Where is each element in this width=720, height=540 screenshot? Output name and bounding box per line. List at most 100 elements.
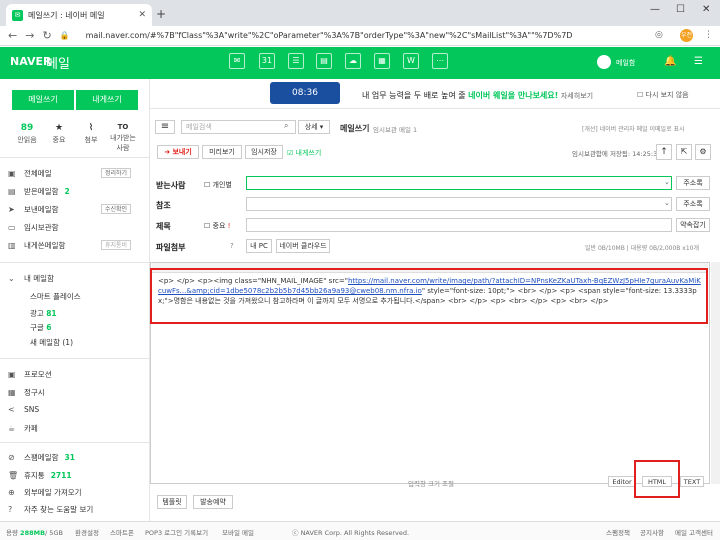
footer-mobile-link[interactable]: 모바일 메일 bbox=[222, 527, 254, 537]
attach-limit: 일반 0B/10MB | 대용량 0B/2,000B x10개 bbox=[585, 245, 699, 252]
user-avatar[interactable] bbox=[597, 55, 611, 69]
word-app-icon[interactable]: W bbox=[403, 53, 419, 69]
resize-handle[interactable]: 입력창 크기 조절 bbox=[408, 478, 454, 488]
reload-icon[interactable]: ↻ bbox=[42, 29, 51, 42]
attachment-stat[interactable]: ⌇ 첨부 bbox=[76, 123, 106, 145]
sidebar-item-external[interactable]: ⊕ 외부메일 가져오기 bbox=[8, 487, 82, 498]
important-stat[interactable]: ★ 중요 bbox=[44, 123, 74, 145]
footer-settings-link[interactable]: 환경설정 bbox=[75, 527, 99, 537]
close-tab-icon[interactable]: ✕ bbox=[138, 10, 146, 20]
footer-pop-link[interactable]: POP3 로그인 기록보기 bbox=[145, 527, 208, 537]
footer-notice-link[interactable]: 공지사항 bbox=[640, 527, 664, 537]
office-app-icon[interactable]: ▦ bbox=[374, 53, 390, 69]
my-mailbox-toggle[interactable]: ⌄ 내 메일함 bbox=[8, 273, 54, 284]
template-button[interactable]: 템플릿 bbox=[157, 495, 187, 509]
banner-hide-checkbox[interactable]: ☐ 다시 보지 않음 bbox=[637, 90, 689, 100]
cc-input[interactable] bbox=[246, 197, 672, 211]
sidebar-item-drafts[interactable]: ▭ 임시보관함 bbox=[8, 222, 59, 233]
sidebar-item-trash[interactable]: 🗑 휴지통 2711 bbox=[8, 470, 72, 481]
editor-scrollbar[interactable] bbox=[711, 262, 720, 484]
send-button[interactable]: ➜ 보내기 bbox=[157, 145, 199, 159]
close-window-icon[interactable]: ✕ bbox=[702, 4, 710, 15]
sidebar-item-inbox[interactable]: ▤ 받은메일함 2 bbox=[8, 186, 70, 197]
arrow-up-icon[interactable]: ↑ bbox=[656, 144, 672, 160]
url-field[interactable]: mail.naver.com/#%7B"fClass"%3A"write"%2C… bbox=[86, 31, 573, 40]
browser-tab[interactable]: ✉ 메일쓰기 : 네이버 메일 ✕ bbox=[6, 4, 152, 26]
sidebar-item-promo[interactable]: ▣ 프로모션 bbox=[8, 369, 52, 380]
mail-app-icon[interactable]: ✉ bbox=[229, 53, 245, 69]
sidebar-item-cafe[interactable]: ☕ 카페 bbox=[8, 423, 38, 434]
camera-icon[interactable]: ◎ bbox=[655, 30, 663, 40]
profile-avatar[interactable]: 우전 bbox=[680, 29, 693, 42]
forward-icon[interactable]: → bbox=[25, 29, 34, 42]
unread-stat[interactable]: 89 안읽음 bbox=[12, 123, 42, 145]
back-icon[interactable]: ← bbox=[8, 29, 17, 42]
editor-mode-button[interactable]: Editor bbox=[608, 476, 636, 487]
help-link[interactable]: ? 자주 찾는 도움말 보기 bbox=[8, 504, 93, 515]
cc-address-book-button[interactable]: 주소록 bbox=[676, 197, 710, 211]
footer-spam-link[interactable]: 스팸정책 bbox=[606, 527, 630, 537]
cc-chevron-down-icon[interactable]: ⌄ bbox=[664, 199, 670, 207]
sidebar-item-new[interactable]: 새 메일함 (1) bbox=[30, 337, 73, 348]
appointment-button[interactable]: 약속잡기 bbox=[676, 218, 710, 232]
tab-title: 메일쓰기 : 네이버 메일 bbox=[28, 10, 105, 20]
memo-app-icon[interactable]: ▤ bbox=[316, 53, 332, 69]
save-draft-button[interactable]: 임시저장 bbox=[245, 145, 283, 159]
schedule-send-button[interactable]: 발송예약 bbox=[193, 495, 233, 509]
attach-help-icon[interactable]: ? bbox=[230, 242, 234, 250]
calendar-app-icon[interactable]: 31 bbox=[259, 53, 275, 69]
sidebar-item-spam[interactable]: ⊘ 스팸메일함 31 bbox=[8, 452, 75, 463]
user-name[interactable]: 메일함 bbox=[616, 58, 635, 68]
attach-label: 파일첨부 bbox=[156, 243, 186, 252]
empty-button[interactable]: 휴지통비 bbox=[101, 240, 131, 250]
cloud-app-icon[interactable]: ☁ bbox=[345, 53, 361, 69]
footer-smartphone-link[interactable]: 스마트폰 bbox=[110, 527, 134, 537]
individual-checkbox[interactable]: ☐ 개인별 bbox=[204, 180, 232, 190]
maximize-icon[interactable]: ☐ bbox=[676, 4, 685, 15]
lock-icon: 🔒 bbox=[59, 31, 70, 40]
sidebar-item-self[interactable]: ▥ 내게쓴메일함 bbox=[8, 240, 65, 251]
more-apps-icon[interactable]: ⋯ bbox=[432, 53, 448, 69]
help-icon: ? bbox=[8, 505, 13, 514]
to-me-stat[interactable]: TO 내가받는사람 bbox=[108, 123, 138, 153]
write-mail-button[interactable]: 메일쓰기 bbox=[12, 90, 74, 110]
to-address-book-button[interactable]: 주소록 bbox=[676, 176, 710, 190]
sidebar-item-smartplace[interactable]: 스마트 플레이스 bbox=[30, 291, 81, 302]
search-input[interactable]: 메일검색 bbox=[181, 120, 296, 134]
bell-icon[interactable]: 🔔 bbox=[664, 56, 676, 67]
read-receipt-button[interactable]: 수신확인 bbox=[101, 204, 131, 214]
to-input[interactable] bbox=[246, 176, 672, 190]
gear-icon[interactable]: ⚙ bbox=[695, 144, 711, 160]
popout-icon[interactable]: ⇱ bbox=[676, 144, 692, 160]
organize-button[interactable]: 정리하기 bbox=[101, 168, 131, 178]
naver-cloud-button[interactable]: 네이버 클라우드 bbox=[276, 239, 330, 253]
compose-title: 메일쓰기 bbox=[340, 124, 370, 133]
temp-mail-count[interactable]: 임시보관 메일 1 bbox=[373, 124, 417, 134]
hamburger-icon[interactable]: ≡ bbox=[155, 120, 175, 134]
mail-logo[interactable]: 메일 bbox=[46, 53, 70, 72]
banner-text[interactable]: 내 업무 능력을 두 배로 높여 줄 네이버 웨일을 만나보세요! 자세히보기 bbox=[362, 90, 593, 101]
sidebar-item-ads[interactable]: 광고 81 bbox=[30, 308, 57, 319]
new-tab-icon[interactable]: + bbox=[156, 7, 166, 21]
to-chevron-down-icon[interactable]: ⌄ bbox=[664, 178, 670, 186]
minimize-icon[interactable]: — bbox=[650, 4, 660, 15]
preview-button[interactable]: 미리보기 bbox=[202, 145, 242, 159]
sidebar-item-sns[interactable]: < SNS bbox=[8, 405, 39, 414]
my-pc-button[interactable]: 내 PC bbox=[246, 239, 272, 253]
sidebar-item-bill[interactable]: ▦ 정구시 bbox=[8, 387, 45, 398]
write-to-self-button[interactable]: 내게쓰기 bbox=[76, 90, 138, 110]
text-mode-button[interactable]: TEXT bbox=[680, 476, 704, 487]
divider bbox=[0, 358, 150, 359]
footer-support-link[interactable]: 메일 고객센터 bbox=[675, 527, 713, 537]
search-icon[interactable]: ⌕ bbox=[284, 121, 288, 131]
sidebar-item-all[interactable]: ▣ 전체메일 bbox=[8, 168, 52, 179]
sidebar-item-sent[interactable]: ➤ 보낸메일함 bbox=[8, 204, 59, 215]
menu-kebab-icon[interactable]: ⋮ bbox=[704, 30, 713, 40]
subject-input[interactable] bbox=[246, 218, 672, 232]
important-checkbox[interactable]: ☐ 중요 ! bbox=[204, 221, 230, 231]
self-send-checkbox[interactable]: ☑ 내게쓰기 bbox=[287, 148, 321, 158]
sidebar-item-google[interactable]: 구글 6 bbox=[30, 322, 51, 333]
grid-menu-icon[interactable]: ☰ bbox=[694, 56, 703, 67]
detail-search-button[interactable]: 상세 ▾ bbox=[298, 120, 330, 134]
contacts-app-icon[interactable]: ☰ bbox=[288, 53, 304, 69]
